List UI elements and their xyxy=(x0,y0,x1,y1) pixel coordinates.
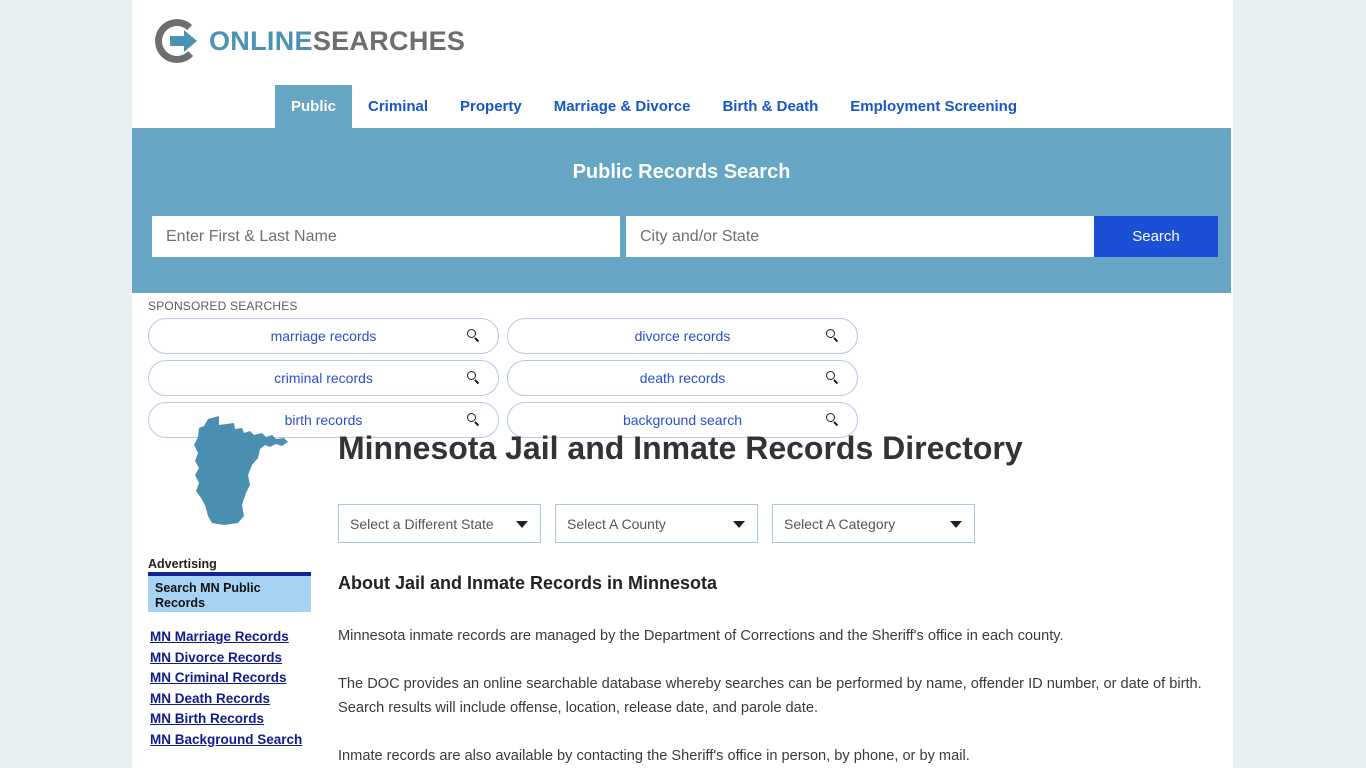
sponsored-searches-list: marriage records divorce records crimina… xyxy=(148,318,1216,438)
page-root: ONLINESEARCHES Public Criminal Property … xyxy=(0,0,1366,768)
pill-label: divorce records xyxy=(634,328,731,344)
search-icon xyxy=(826,413,839,427)
article-paragraph-1: Minnesota inmate records are managed by … xyxy=(338,628,1064,644)
article-heading: About Jail and Inmate Records in Minneso… xyxy=(338,573,718,593)
chevron-down-icon xyxy=(950,520,962,528)
sidebar-link-mn-marriage-records[interactable]: MN Marriage Records xyxy=(150,627,320,648)
chevron-down-icon xyxy=(516,520,528,528)
pill-label: death records xyxy=(639,370,726,386)
search-icon xyxy=(467,413,480,427)
advertising-label: Advertising xyxy=(148,557,217,571)
search-icon xyxy=(826,371,839,385)
filter-select-row: Select a Different State Select A County… xyxy=(338,504,975,543)
main-navigation: Public Criminal Property Marriage & Divo… xyxy=(132,85,1233,128)
pill-label: criminal records xyxy=(274,370,373,386)
nav-item-birth-death[interactable]: Birth & Death xyxy=(706,85,834,128)
search-name-input[interactable] xyxy=(152,216,620,257)
sponsored-pill-divorce-records[interactable]: divorce records xyxy=(507,318,858,354)
advertising-box-text: Search MN Public Records xyxy=(155,581,261,610)
nav-item-public[interactable]: Public xyxy=(275,85,353,128)
nav-item-marriage-divorce[interactable]: Marriage & Divorce xyxy=(538,85,707,128)
select-category-label: Select A Category xyxy=(784,515,896,532)
article-section: About Jail and Inmate Records in Minneso… xyxy=(338,573,1204,768)
logo-word-online: ONLINE xyxy=(209,25,313,56)
nav-item-employment-screening[interactable]: Employment Screening xyxy=(834,85,1033,128)
site-logo[interactable]: ONLINESEARCHES xyxy=(154,18,465,64)
search-city-input[interactable] xyxy=(626,216,1094,257)
search-band: Public Records Search Search xyxy=(132,128,1231,293)
sponsored-pill-criminal-records[interactable]: criminal records xyxy=(148,360,499,396)
search-submit-button[interactable]: Search xyxy=(1094,216,1218,257)
select-category-dropdown[interactable]: Select A Category xyxy=(772,504,975,543)
sidebar-link-mn-criminal-records[interactable]: MN Criminal Records xyxy=(150,668,320,689)
sidebar-links-list: MN Marriage Records MN Divorce Records M… xyxy=(150,627,320,750)
sidebar-link-mn-divorce-records[interactable]: MN Divorce Records xyxy=(150,648,320,669)
page-title: Minnesota Jail and Inmate Records Direct… xyxy=(338,430,1023,466)
pill-label: background search xyxy=(622,412,743,428)
nav-item-property[interactable]: Property xyxy=(444,85,538,128)
advertising-box[interactable]: Search MN Public Records xyxy=(148,572,311,612)
article-paragraph-2: The DOC provides an online searchable da… xyxy=(338,676,1202,716)
logo-wordmark: ONLINESEARCHES xyxy=(209,26,465,57)
select-state-label: Select a Different State xyxy=(350,515,494,532)
sidebar-link-mn-background-search[interactable]: MN Background Search xyxy=(150,730,320,751)
select-state-dropdown[interactable]: Select a Different State xyxy=(338,504,541,543)
content-container: ONLINESEARCHES Public Criminal Property … xyxy=(132,0,1233,768)
sponsored-pill-marriage-records[interactable]: marriage records xyxy=(148,318,499,354)
minnesota-state-map-icon xyxy=(194,416,288,525)
sponsored-searches-label: SPONSORED SEARCHES xyxy=(148,299,298,313)
search-form: Search xyxy=(152,216,1218,257)
search-band-title: Public Records Search xyxy=(572,161,791,183)
nav-item-criminal[interactable]: Criminal xyxy=(352,85,444,128)
circle-arrow-icon xyxy=(154,18,200,64)
sidebar-link-mn-death-records[interactable]: MN Death Records xyxy=(150,689,320,710)
search-icon xyxy=(826,329,839,343)
select-county-dropdown[interactable]: Select A County xyxy=(555,504,758,543)
search-icon xyxy=(467,329,480,343)
logo-word-searches: SEARCHES xyxy=(312,25,466,56)
chevron-down-icon xyxy=(733,520,745,528)
select-county-label: Select A County xyxy=(567,515,666,532)
search-icon xyxy=(467,371,480,385)
sponsored-pill-death-records[interactable]: death records xyxy=(507,360,858,396)
sidebar-link-mn-birth-records[interactable]: MN Birth Records xyxy=(150,709,320,730)
pill-label: marriage records xyxy=(270,328,377,344)
article-paragraph-3: Inmate records are also available by con… xyxy=(338,748,970,764)
